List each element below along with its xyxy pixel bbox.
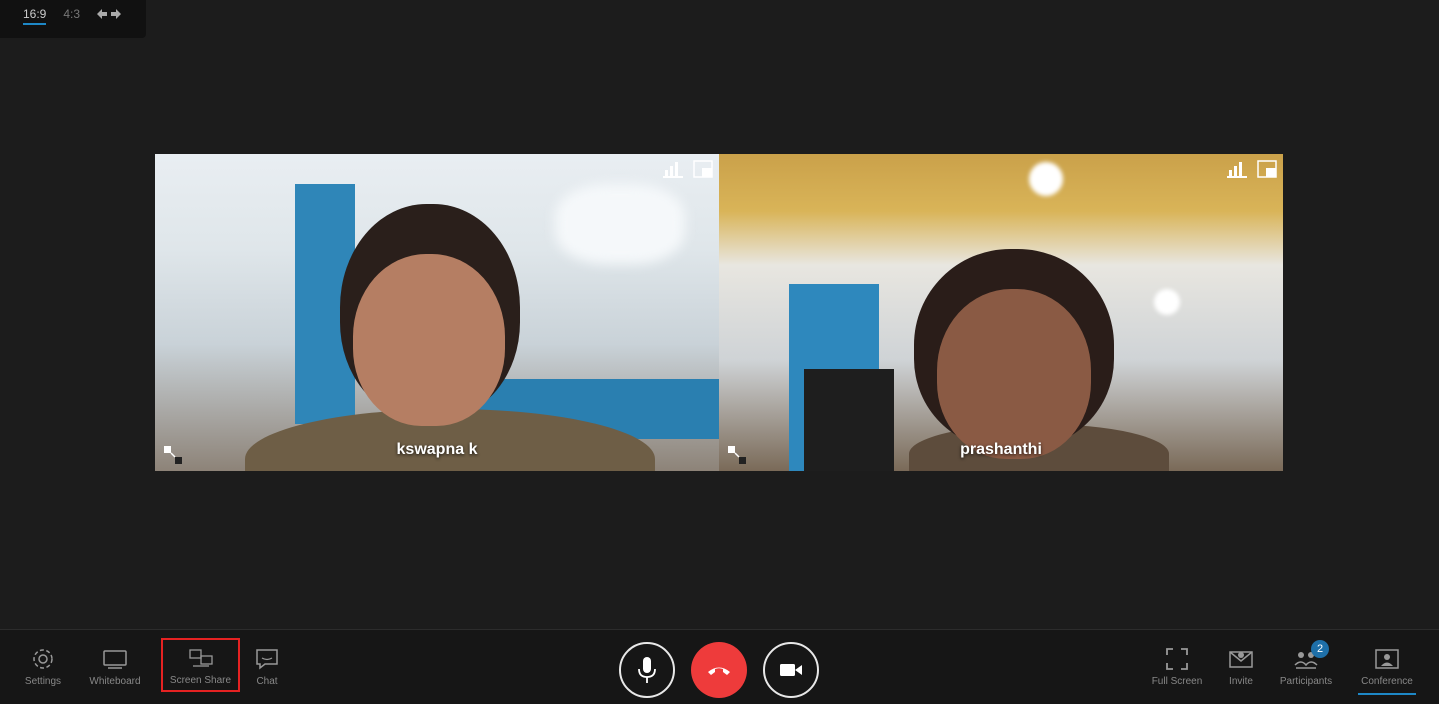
- active-tab-indicator: [1358, 693, 1416, 695]
- aspect-16-9-option[interactable]: 16:9: [23, 7, 47, 25]
- camera-button[interactable]: [763, 642, 819, 698]
- screen-share-label: Screen Share: [169, 674, 232, 686]
- invite-icon: [1229, 651, 1253, 668]
- conference-icon: [1375, 649, 1399, 669]
- person-face: [353, 254, 505, 426]
- conference-label: Conference: [1361, 676, 1413, 687]
- conference-button[interactable]: Conference: [1358, 646, 1416, 695]
- gear-icon: [33, 649, 53, 669]
- video-tile-kswapna[interactable]: kswapna k: [155, 154, 719, 471]
- invite-button[interactable]: Invite: [1226, 646, 1256, 687]
- full-screen-label: Full Screen: [1151, 676, 1203, 687]
- ceiling-light: [555, 184, 685, 264]
- tile-icons: [1227, 160, 1277, 178]
- video-camera-icon: [780, 664, 802, 676]
- video-stage: kswapna k prashanthi: [155, 154, 1283, 471]
- participants-label: Participants: [1279, 676, 1333, 687]
- settings-label: Settings: [24, 676, 62, 687]
- participant-name: kswapna k: [396, 441, 478, 458]
- swap-arrows-icon[interactable]: [97, 8, 122, 20]
- whiteboard-button[interactable]: Whiteboard: [86, 646, 144, 687]
- whiteboard-icon: [103, 650, 127, 669]
- whiteboard-label: Whiteboard: [89, 676, 141, 687]
- aspect-4-3-option[interactable]: 4:3: [63, 7, 80, 21]
- full-screen-button[interactable]: Full Screen: [1150, 646, 1204, 687]
- chat-icon: [256, 649, 278, 670]
- invite-label: Invite: [1229, 676, 1253, 687]
- layout-toggle-icon[interactable]: [1257, 160, 1277, 178]
- screen-share-button[interactable]: Screen Share: [161, 638, 240, 692]
- microphone-button[interactable]: [619, 642, 675, 698]
- tile-icons: [663, 160, 713, 178]
- settings-button[interactable]: Settings: [23, 646, 63, 687]
- chat-label: Chat: [256, 676, 278, 687]
- participant-name: prashanthi: [960, 441, 1042, 458]
- hangup-button[interactable]: [691, 642, 747, 698]
- person-face: [937, 289, 1091, 459]
- participants-count-badge: 2: [1311, 640, 1329, 658]
- participants-button[interactable]: 2 Participants: [1277, 640, 1335, 687]
- fullscreen-icon: [1166, 648, 1188, 670]
- screen-share-icon: [188, 648, 213, 667]
- microphone-icon: [638, 657, 656, 683]
- signal-bars-icon[interactable]: [1227, 160, 1247, 178]
- signal-bars-icon[interactable]: [663, 160, 683, 178]
- ceiling-light: [1029, 162, 1063, 196]
- aspect-ratio-bar: 16:9 4:3: [0, 0, 146, 38]
- chat-button[interactable]: Chat: [253, 646, 281, 687]
- video-tile-prashanthi[interactable]: prashanthi: [719, 154, 1283, 471]
- layout-toggle-icon[interactable]: [693, 160, 713, 178]
- phone-hangup-icon: [708, 667, 730, 675]
- bottom-toolbar: Settings Whiteboard Screen Share Chat Fu…: [0, 629, 1439, 704]
- ceiling-light: [1154, 289, 1180, 315]
